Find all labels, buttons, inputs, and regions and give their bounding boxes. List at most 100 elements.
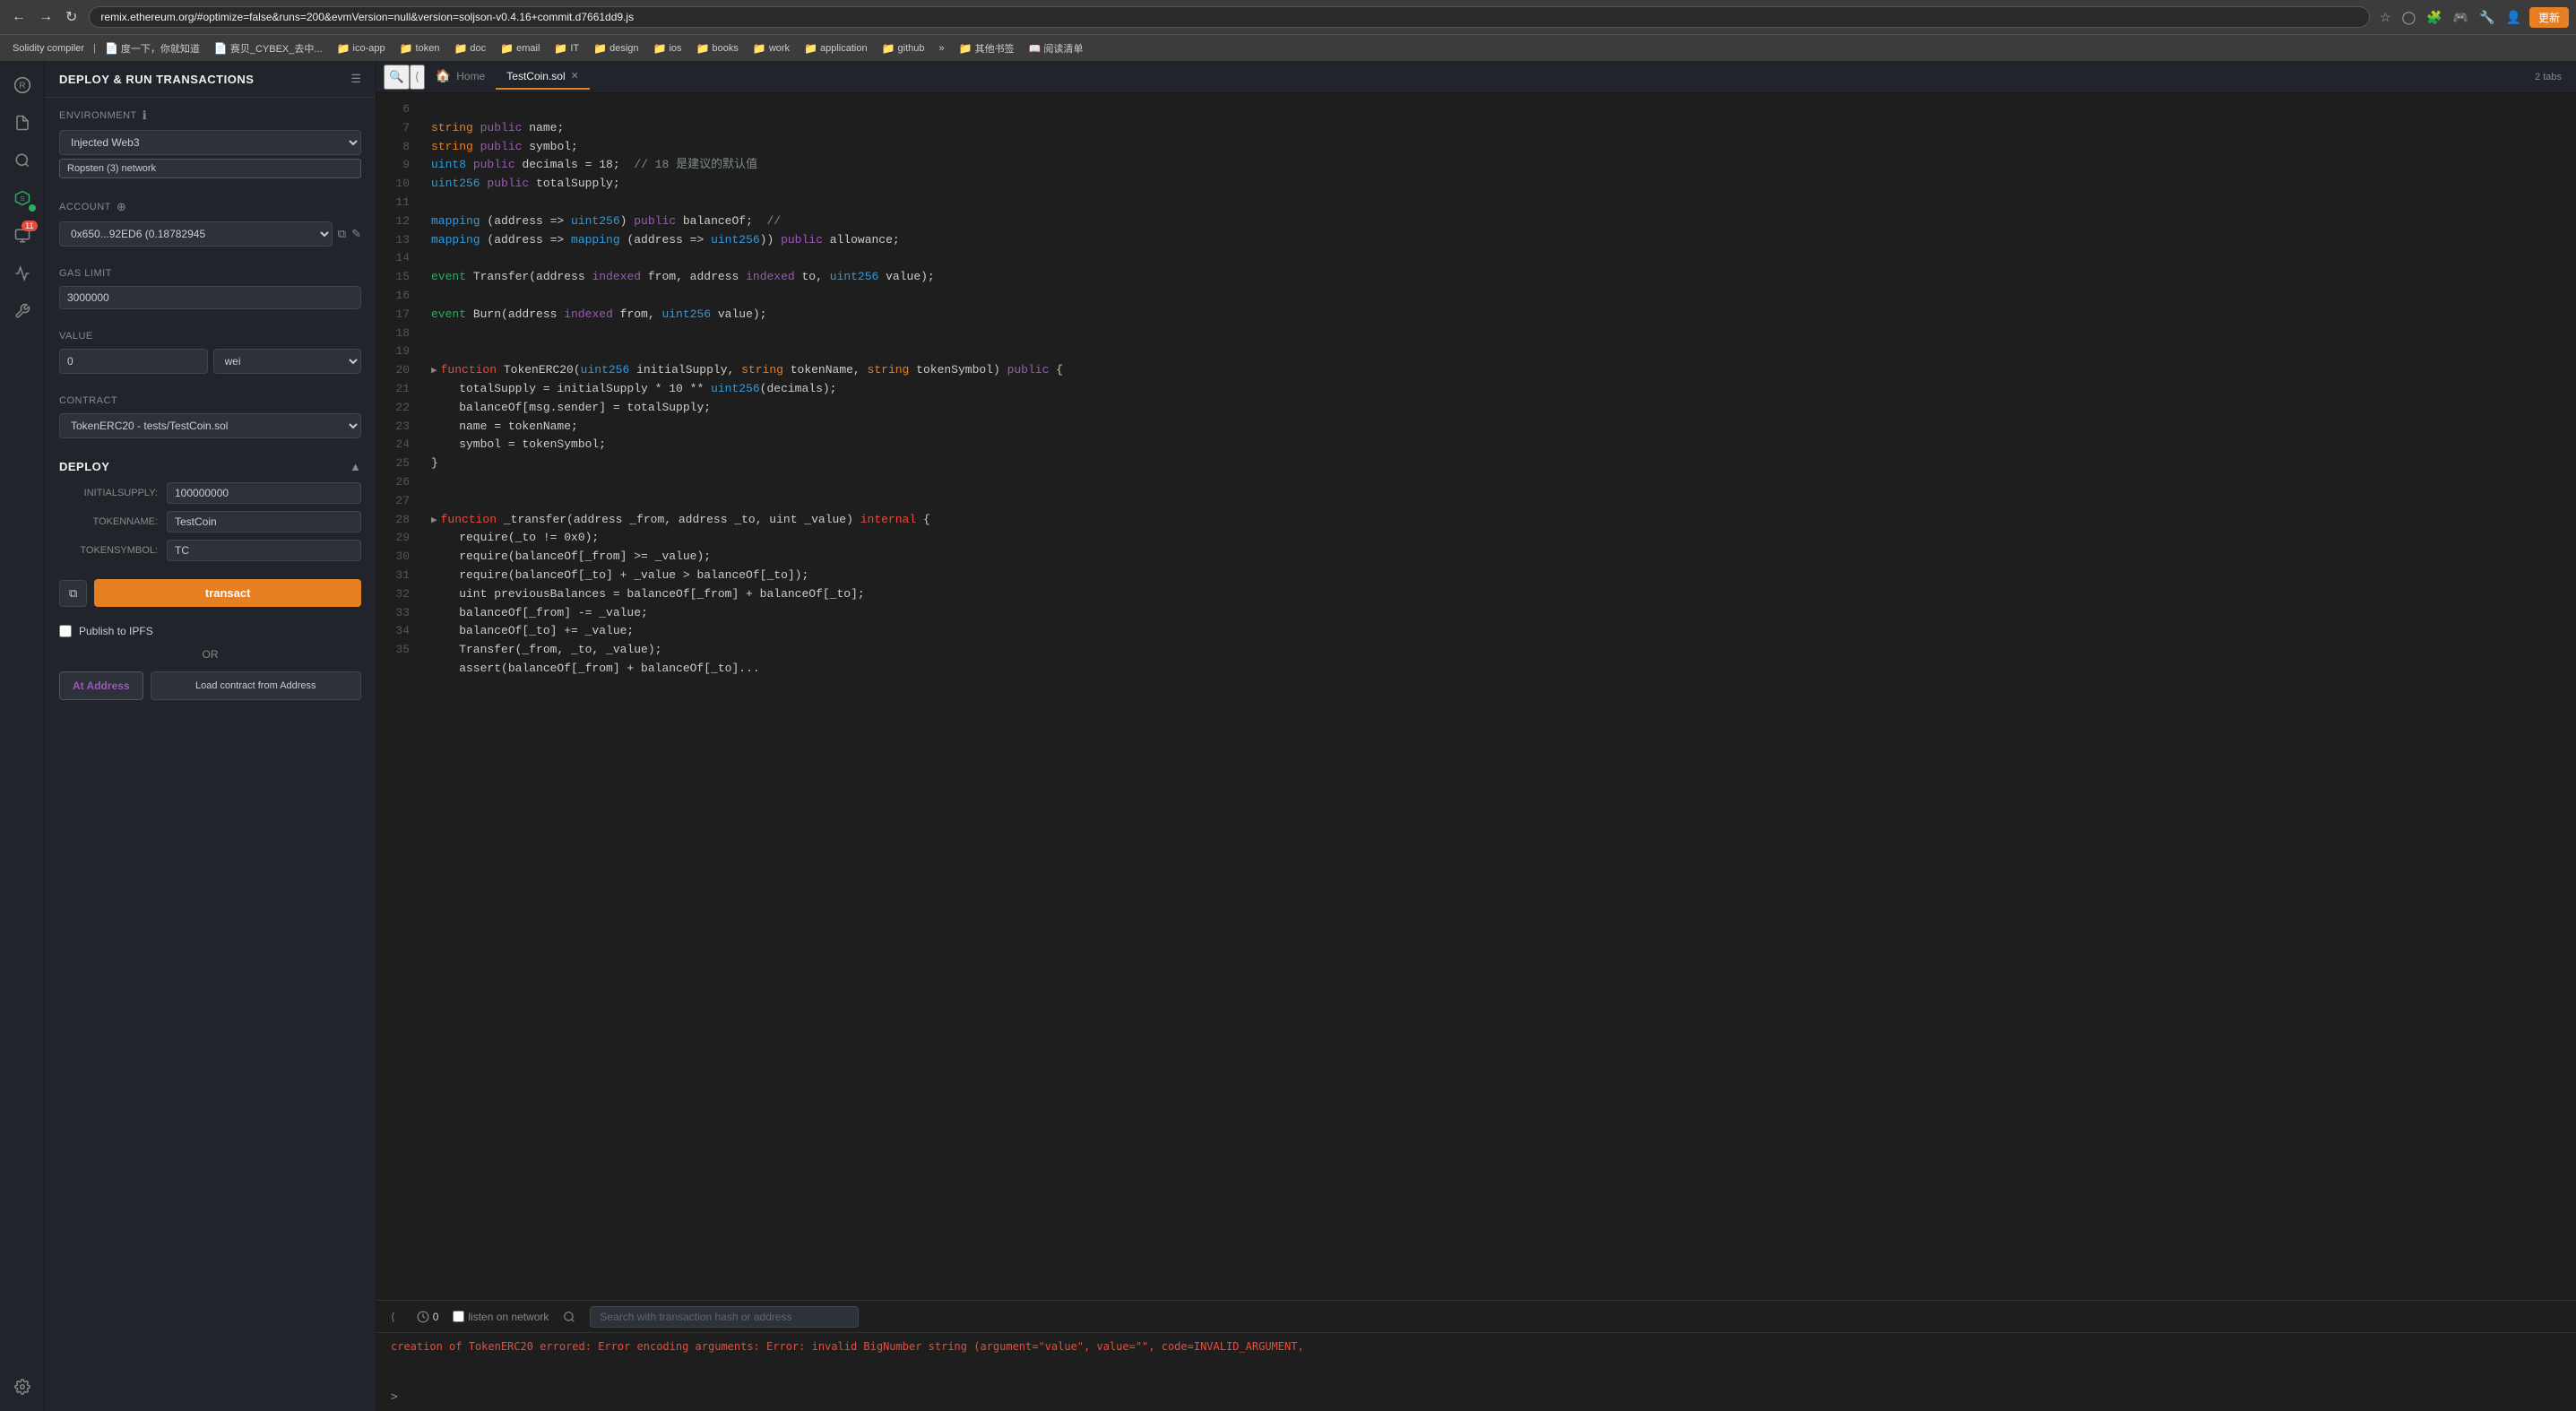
value-label: VALUE [59, 331, 361, 342]
deploy-chevron[interactable]: ▲ [350, 460, 361, 473]
publish-checkbox[interactable] [59, 625, 72, 637]
back-button[interactable]: ← [7, 6, 30, 28]
account-copy-icon[interactable]: ⧉ [338, 227, 346, 241]
gas-limit-input[interactable] [59, 286, 361, 309]
deploy-actions: ⧉ transact [45, 579, 376, 618]
sidebar-settings[interactable] [5, 1370, 39, 1404]
sidebar-tools[interactable] [5, 294, 39, 328]
extension-icon[interactable]: 🧩 [2424, 7, 2444, 28]
svg-text:R: R [19, 81, 25, 91]
at-address-button[interactable]: At Address [59, 671, 143, 700]
publish-row: Publish to IPFS [45, 618, 376, 645]
tab-close-icon[interactable]: ✕ [571, 70, 579, 82]
refresh-button[interactable]: ↻ [61, 6, 82, 28]
bookmark-email[interactable]: 📁 email [495, 40, 545, 56]
environment-section: ENVIRONMENT ℹ Injected Web3 Ropsten (3) … [45, 98, 376, 189]
tabs-count[interactable]: 2 tabs [2528, 68, 2569, 86]
account-plus-icon[interactable]: ⊕ [117, 200, 126, 214]
user-icon[interactable]: 👤 [2503, 7, 2524, 28]
bookmark-design[interactable]: 📁 design [588, 40, 644, 56]
sidebar-icons: R S 11 [0, 61, 45, 1411]
bookmark-books[interactable]: 📁 books [691, 40, 744, 56]
deploy-label: DEPLOY [59, 460, 109, 473]
bookmark-app[interactable]: 📁 application [799, 40, 873, 56]
update-button[interactable]: 更新 [2529, 7, 2569, 28]
param-initialsupply: INITIALSUPPLY: [59, 482, 361, 504]
environment-select[interactable]: Injected Web3 [59, 130, 361, 155]
bookmark-ico[interactable]: 📁 ico-app [332, 40, 391, 56]
contract-label: CONTRACT [59, 395, 361, 406]
load-contract-button[interactable]: Load contract from Address [151, 671, 361, 700]
bookmark-ios[interactable]: 📁 ios [648, 40, 687, 56]
environment-info-icon[interactable]: ℹ [143, 108, 147, 123]
bookmark-reading[interactable]: 📖 阅读清单 [1024, 39, 1089, 57]
panel-header: DEPLOY & RUN TRANSACTIONS ☰ [45, 61, 376, 98]
code-editor: 678910 1112131415 1617181920 2122232425 … [376, 93, 2576, 1300]
game-icon[interactable]: 🎮 [2451, 7, 2471, 28]
sidebar-search[interactable] [5, 143, 39, 177]
account-select-row: 0x650...92ED6 (0.18782945 ⧉ ✎ [59, 221, 361, 247]
terminal-search-input[interactable] [590, 1306, 859, 1328]
browser-bar: ← → ↻ ☆ ◯ 🧩 🎮 🔧 👤 更新 [0, 0, 2576, 34]
terminal-search-icon-btn[interactable] [556, 1307, 583, 1327]
sidebar-solidity[interactable]: S [5, 181, 39, 215]
bookmark-1[interactable]: 📄 度一下，你就知道 [99, 39, 205, 57]
bookmark-work[interactable]: 📁 work [748, 40, 795, 56]
param-input-1[interactable] [167, 511, 361, 532]
network-tooltip: Ropsten (3) network [59, 159, 361, 178]
deploy-header: DEPLOY ▲ [59, 460, 361, 473]
contract-select[interactable]: TokenERC20 - tests/TestCoin.sol [59, 413, 361, 438]
star-icon[interactable]: ☆ [2377, 7, 2394, 28]
transact-button[interactable]: transact [94, 579, 361, 607]
terminal-output: creation of TokenERC20 errored: Error en… [376, 1333, 2576, 1387]
forward-button[interactable]: → [34, 6, 57, 28]
bookmark-token[interactable]: 📁 token [394, 40, 445, 56]
value-input[interactable] [59, 349, 208, 374]
code-content: string public name; string public symbol… [417, 93, 2576, 1300]
search-prev-button[interactable]: ⟨ [410, 65, 425, 90]
or-divider: OR [45, 645, 376, 664]
sidebar-badge[interactable]: 11 [5, 219, 39, 253]
param-label-1: TOKENNAME: [59, 516, 167, 527]
sidebar-home[interactable]: R [5, 68, 39, 102]
search-button-left[interactable]: 🔍 [384, 65, 410, 90]
terminal-count: 0 [433, 1311, 439, 1323]
value-unit-select[interactable]: wei [213, 349, 362, 374]
tab-home[interactable]: 🏠 Home [425, 63, 496, 91]
deploy-section: DEPLOY ▲ INITIALSUPPLY: TOKENNAME: TOKEN… [45, 449, 376, 579]
address-bar[interactable] [89, 6, 2370, 28]
panel-menu-icon[interactable]: ☰ [350, 72, 361, 86]
sidebar-files[interactable] [5, 106, 39, 140]
account-edit-icon[interactable]: ✎ [351, 227, 361, 241]
value-section: VALUE wei [45, 320, 376, 385]
svg-text:S: S [20, 195, 24, 203]
param-label-0: INITIALSUPPLY: [59, 488, 167, 498]
puzzle-icon[interactable]: 🔧 [2477, 7, 2497, 28]
sidebar-deploy[interactable] [5, 256, 39, 290]
account-select[interactable]: 0x650...92ED6 (0.18782945 [59, 221, 333, 247]
bookmark-doc[interactable]: 📁 doc [448, 40, 491, 56]
param-input-2[interactable] [167, 540, 361, 561]
terminal-history-btn[interactable]: 0 [410, 1307, 446, 1327]
badge-count: 11 [22, 221, 37, 231]
tab-home-label: Home [456, 70, 485, 82]
listen-network-checkbox[interactable]: listen on network [453, 1311, 549, 1323]
main-area: R S 11 DEPLOY & RUN TRANSACTIONS ☰ [0, 61, 2576, 1411]
value-row: wei [59, 349, 361, 374]
bookmark-it[interactable]: 📁 IT [549, 40, 584, 56]
editor-area: 🔍 ⟨ 🏠 Home TestCoin.sol ✕ 2 tabs 678910 … [376, 61, 2576, 1411]
param-tokenname: TOKENNAME: [59, 511, 361, 532]
bookmark-more[interactable]: » [934, 41, 950, 56]
bookmark-github[interactable]: 📁 github [877, 40, 930, 56]
param-input-0[interactable] [167, 482, 361, 504]
bookmark-2[interactable]: 📄 赛贝_CYBEX_去中... [209, 39, 328, 57]
bookmark-other[interactable]: 📁 其他书签 [954, 39, 1020, 57]
gas-limit-section: GAS LIMIT [45, 257, 376, 320]
tab-testcoin[interactable]: TestCoin.sol ✕ [496, 65, 590, 90]
copy-button[interactable]: ⧉ [59, 580, 87, 607]
editor-tabs: 🔍 ⟨ 🏠 Home TestCoin.sol ✕ 2 tabs [376, 61, 2576, 93]
terminal-toolbar: ⟨ 0 listen on network [376, 1301, 2576, 1333]
listen-checkbox-input[interactable] [453, 1311, 464, 1322]
profile-icon[interactable]: ◯ [2399, 7, 2419, 28]
terminal-collapse-btn[interactable]: ⟨ [384, 1307, 402, 1327]
